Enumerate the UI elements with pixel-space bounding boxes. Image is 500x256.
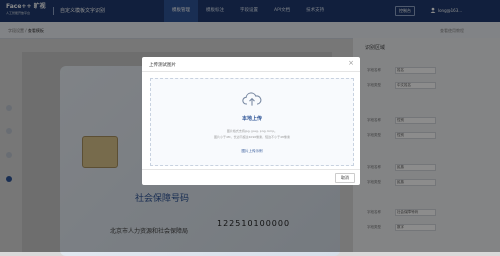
dropzone-hint: 图片格式支持jpg, jpeg, png, bmp。: [226, 129, 278, 133]
upload-dropzone[interactable]: 本地上传 图片格式支持jpg, jpeg, png, bmp。 图片小于4M，长…: [150, 78, 354, 166]
upload-dialog: 上传测试图片 × 本地上传 图片格式支持jpg, jpeg, png, bmp。…: [142, 57, 360, 185]
cloud-upload-icon: [242, 92, 262, 106]
cancel-button[interactable]: 取消: [335, 173, 355, 183]
dropzone-title: 本地上传: [241, 116, 262, 122]
divider: [142, 71, 360, 72]
upload-example-link[interactable]: 图片上传示例: [151, 149, 353, 154]
dropzone-hint: 图片小于4M，长边不超过4096像素，短边不小于48像素: [214, 135, 290, 139]
divider: [142, 169, 360, 170]
dialog-title: 上传测试图片: [149, 63, 176, 68]
close-icon[interactable]: ×: [348, 60, 354, 67]
